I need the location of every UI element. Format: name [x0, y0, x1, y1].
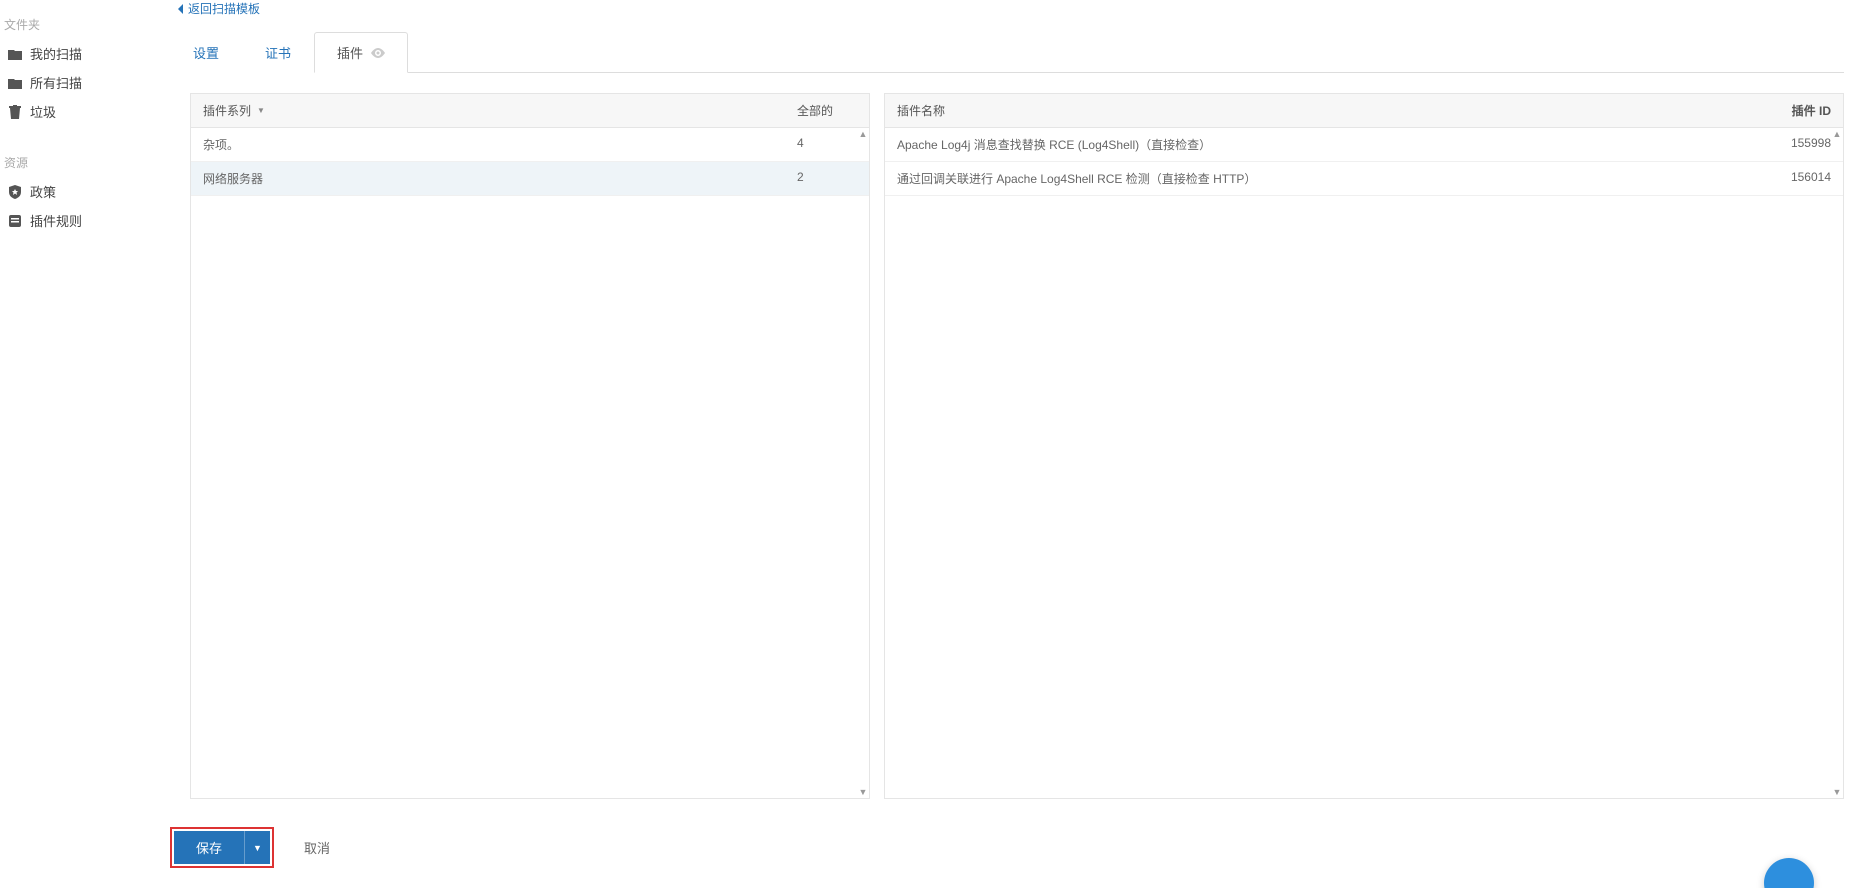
- plugin-row[interactable]: 通过回调关联进行 Apache Log4Shell RCE 检测（直接检查 HT…: [885, 162, 1843, 196]
- sidebar-item-trash[interactable]: 垃圾: [0, 97, 160, 126]
- shield-icon: [8, 185, 22, 199]
- cancel-button[interactable]: 取消: [304, 838, 330, 857]
- tab-plugins[interactable]: 插件: [314, 32, 408, 73]
- column-header-id[interactable]: 插件 ID: [1751, 102, 1831, 119]
- tab-label: 插件: [337, 46, 363, 61]
- column-header-name[interactable]: 插件名称: [897, 102, 1751, 119]
- folder-icon: [8, 47, 22, 61]
- tab-credentials[interactable]: 证书: [242, 32, 314, 73]
- save-button-group: 保存 ▼: [170, 827, 274, 868]
- panel-body: Apache Log4j 消息查找替换 RCE (Log4Shell)（直接检查…: [885, 128, 1843, 798]
- sidebar-item-policies[interactable]: 政策: [0, 177, 160, 206]
- series-row-misc[interactable]: 杂项。 4: [191, 128, 869, 162]
- sidebar-item-label: 所有扫描: [30, 73, 82, 92]
- sidebar-item-label: 插件规则: [30, 211, 82, 230]
- sidebar-item-label: 垃圾: [30, 102, 56, 121]
- chevron-left-icon: [176, 3, 184, 15]
- sidebar-item-label: 我的扫描: [30, 44, 82, 63]
- back-link-label: 返回扫描模板: [188, 0, 260, 17]
- series-row-webserver[interactable]: 网络服务器 2: [191, 162, 869, 196]
- tab-label: 证书: [265, 46, 291, 61]
- series-count: 4: [797, 136, 857, 153]
- plugin-name: 通过回调关联进行 Apache Log4Shell RCE 检测（直接检查 HT…: [897, 170, 1751, 187]
- plugin-list-panel: 插件名称 插件 ID ▲ Apache Log4j 消息查找替换 RCE (Lo…: [884, 93, 1844, 799]
- footer: 保存 ▼ 取消: [170, 799, 1844, 888]
- plugin-id: 156014: [1751, 170, 1831, 187]
- panels: 插件系列 ▼ 全部的 ▲ 杂项。 4 网络服务器 2: [170, 73, 1844, 799]
- column-header-series[interactable]: 插件系列 ▼: [203, 102, 797, 119]
- sidebar-item-my-scans[interactable]: 我的扫描: [0, 39, 160, 68]
- plugin-id: 155998: [1751, 136, 1831, 153]
- eye-icon: [371, 46, 385, 61]
- sort-arrow-icon: ▼: [257, 106, 265, 115]
- plugin-name: Apache Log4j 消息查找替换 RCE (Log4Shell)（直接检查…: [897, 136, 1751, 153]
- panel-header: 插件系列 ▼ 全部的: [191, 94, 869, 128]
- sidebar-section-folders: 文件夹: [0, 10, 160, 39]
- plugin-icon: [8, 214, 22, 228]
- sidebar-item-plugin-rules[interactable]: 插件规则: [0, 206, 160, 235]
- plugin-row[interactable]: Apache Log4j 消息查找替换 RCE (Log4Shell)（直接检查…: [885, 128, 1843, 162]
- save-dropdown-button[interactable]: ▼: [244, 831, 270, 864]
- sidebar: 文件夹 我的扫描 所有扫描 垃圾 资源 政策: [0, 0, 160, 888]
- save-button[interactable]: 保存: [174, 831, 244, 864]
- tab-settings[interactable]: 设置: [170, 32, 242, 73]
- scroll-down-icon[interactable]: ▼: [1832, 787, 1842, 797]
- panel-body: 杂项。 4 网络服务器 2: [191, 128, 869, 798]
- tab-label: 设置: [193, 46, 219, 61]
- column-header-all[interactable]: 全部的: [797, 102, 857, 119]
- trash-icon: [8, 105, 22, 119]
- sidebar-section-resources: 资源: [0, 148, 160, 177]
- sidebar-item-label: 政策: [30, 182, 56, 201]
- tabs: 设置 证书 插件: [170, 31, 1844, 73]
- main-content: 返回扫描模板 设置 证书 插件 插件系列 ▼: [160, 0, 1854, 888]
- panel-header: 插件名称 插件 ID: [885, 94, 1843, 128]
- series-name: 杂项。: [203, 136, 797, 153]
- back-link[interactable]: 返回扫描模板: [170, 0, 1844, 31]
- sidebar-item-all-scans[interactable]: 所有扫描: [0, 68, 160, 97]
- series-name: 网络服务器: [203, 170, 797, 187]
- scroll-down-icon[interactable]: ▼: [858, 787, 868, 797]
- series-count: 2: [797, 170, 857, 187]
- plugin-series-panel: 插件系列 ▼ 全部的 ▲ 杂项。 4 网络服务器 2: [190, 93, 870, 799]
- folder-icon: [8, 76, 22, 90]
